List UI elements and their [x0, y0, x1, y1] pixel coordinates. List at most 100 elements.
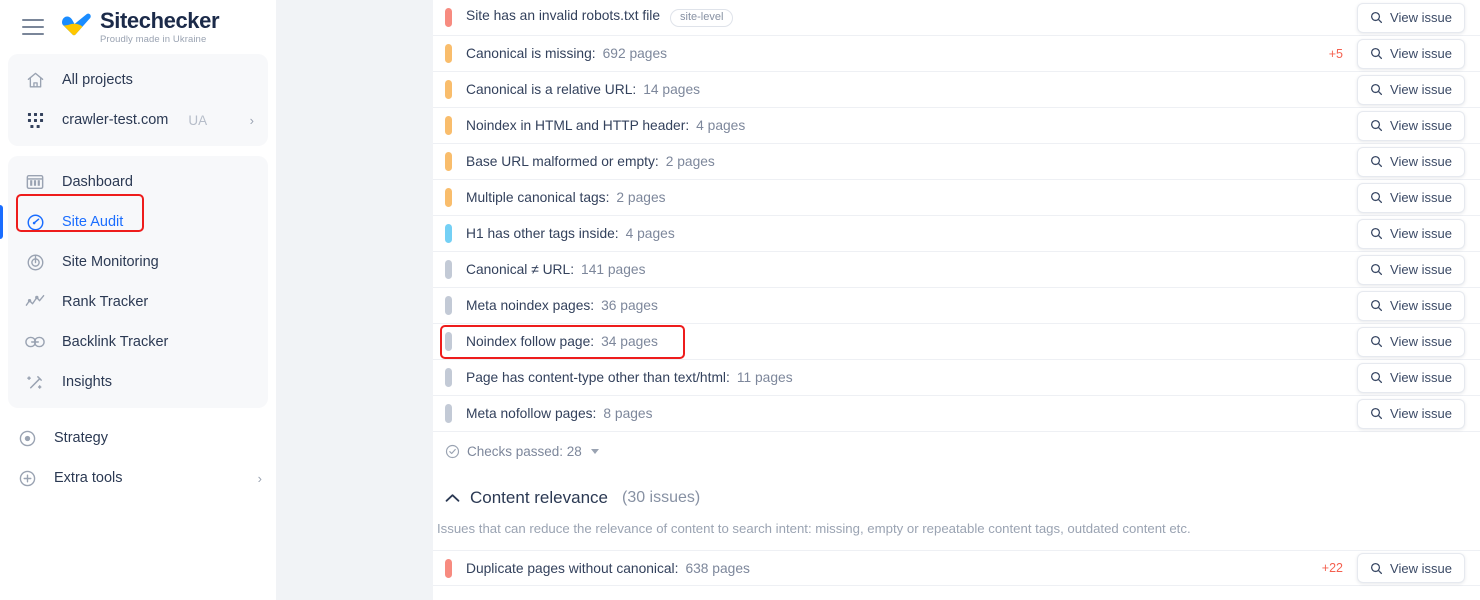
main-content: Site has an invalid robots.txt file site-… — [433, 0, 1480, 600]
issue-row[interactable]: Site has an invalid robots.txt file site-… — [433, 0, 1480, 36]
search-icon — [1370, 562, 1383, 575]
checks-passed-label: Checks passed: 28 — [467, 443, 582, 459]
checks-passed-toggle[interactable]: Checks passed: 28 — [433, 432, 1480, 470]
issue-row[interactable]: Noindex follow page: 34 pages View issue — [433, 324, 1480, 360]
issue-title: Duplicate pages without canonical: — [466, 560, 679, 576]
sidebar-item-label: Insights — [62, 374, 112, 390]
issue-title: Meta noindex pages: — [466, 298, 595, 313]
brand-logo[interactable]: Sitechecker Proudly made in Ukraine — [58, 9, 220, 45]
section-header-content-relevance[interactable]: Content relevance (30 issues) — [433, 488, 1480, 508]
section-issue-list: Duplicate pages without canonical: 638 pa… — [433, 550, 1480, 586]
view-issue-button[interactable]: View issue — [1357, 290, 1465, 321]
view-issue-button[interactable]: View issue — [1357, 2, 1465, 33]
search-icon — [1370, 155, 1383, 168]
severity-indicator-notice — [445, 404, 452, 423]
issue-title: Noindex follow page: — [466, 334, 595, 349]
issue-row[interactable]: Canonical ≠ URL: 141 pages View issue — [433, 252, 1480, 288]
view-issue-label: View issue — [1390, 298, 1452, 313]
issue-row[interactable]: Meta nofollow pages: 8 pages View issue — [433, 396, 1480, 432]
issue-title: Site has an invalid robots.txt file — [466, 8, 661, 24]
sidebar-item-insights[interactable]: Insights — [8, 362, 268, 402]
check-circle-icon — [445, 444, 460, 459]
sidebar-item-label: Extra tools — [54, 470, 123, 486]
view-issue-label: View issue — [1390, 226, 1452, 241]
target-icon — [16, 427, 38, 449]
sidebar-item-strategy[interactable]: Strategy — [0, 418, 276, 458]
plus-circle-icon — [16, 467, 38, 489]
chevron-up-icon[interactable] — [445, 493, 460, 503]
issue-text: Noindex in HTML and HTTP header: 4 pages — [466, 118, 745, 133]
view-issue-button[interactable]: View issue — [1357, 553, 1465, 583]
view-issue-button[interactable]: View issue — [1357, 398, 1465, 429]
view-issue-label: View issue — [1390, 334, 1452, 349]
issue-row[interactable]: H1 has other tags inside: 4 pages View iss… — [433, 216, 1480, 252]
issue-row[interactable]: Canonical is missing: 692 pages +5 View iss… — [433, 36, 1480, 72]
sidebar-item-crawler-test[interactable]: crawler-test.com UA › — [8, 100, 268, 140]
sidebar-group-bottom: Strategy Extra tools › — [0, 418, 276, 498]
chevron-right-icon[interactable]: › — [250, 114, 254, 127]
view-issue-button[interactable]: View issue — [1357, 326, 1465, 357]
view-issue-button[interactable]: View issue — [1357, 182, 1465, 213]
severity-indicator-notice — [445, 368, 452, 387]
view-issue-label: View issue — [1390, 190, 1452, 205]
issue-page-count: 8 pages — [603, 406, 653, 421]
view-issue-label: View issue — [1390, 46, 1452, 61]
view-issue-button[interactable]: View issue — [1357, 218, 1465, 249]
search-icon — [1370, 299, 1383, 312]
issue-row[interactable]: Meta noindex pages: 36 pages View issue — [433, 288, 1480, 324]
issue-page-count: 2 pages — [665, 154, 715, 169]
issue-row[interactable]: Multiple canonical tags: 2 pages View issu… — [433, 180, 1480, 216]
status-badge: site-level — [670, 8, 734, 27]
issue-text: Canonical ≠ URL: 141 pages — [466, 262, 645, 277]
view-issue-label: View issue — [1390, 406, 1452, 421]
view-issue-button[interactable]: View issue — [1357, 146, 1465, 177]
sidebar-item-site-monitoring[interactable]: Site Monitoring — [8, 242, 268, 282]
issue-text: H1 has other tags inside: 4 pages — [466, 226, 675, 241]
issue-title: H1 has other tags inside: — [466, 226, 619, 241]
issue-row[interactable]: Base URL malformed or empty: 2 pages View … — [433, 144, 1480, 180]
sidebar-item-extra-tools[interactable]: Extra tools › — [0, 458, 276, 498]
sidebar-item-all-projects[interactable]: All projects — [8, 60, 268, 100]
home-icon — [24, 69, 46, 91]
section-issue-count: (30 issues) — [621, 489, 701, 506]
severity-indicator-warning — [445, 80, 452, 99]
issue-row[interactable]: Page has content-type other than text/ht… — [433, 360, 1480, 396]
chevron-right-icon[interactable]: › — [258, 472, 262, 485]
view-issue-button[interactable]: View issue — [1357, 74, 1465, 105]
issue-row[interactable]: Noindex in HTML and HTTP header: 4 pages V… — [433, 108, 1480, 144]
issue-title: Page has content-type other than text/ht… — [466, 370, 730, 385]
dashboard-columns-icon — [24, 171, 46, 193]
sidebar-item-backlink-tracker[interactable]: Backlink Tracker — [8, 322, 268, 362]
sidebar-item-rank-tracker[interactable]: Rank Tracker — [8, 282, 268, 322]
hamburger-menu-icon[interactable] — [22, 19, 44, 35]
severity-indicator-notice — [445, 296, 452, 315]
view-issue-button[interactable]: View issue — [1357, 362, 1465, 393]
severity-indicator-notice — [445, 260, 452, 279]
issue-title: Canonical is missing: — [466, 46, 596, 61]
issue-list: Site has an invalid robots.txt file site-… — [433, 0, 1480, 432]
issue-delta: +5 — [1328, 46, 1343, 61]
issue-row[interactable]: Duplicate pages without canonical: 638 pa… — [433, 550, 1480, 586]
chevron-down-icon[interactable] — [590, 448, 599, 454]
severity-indicator-warning — [445, 44, 452, 63]
search-icon — [1370, 263, 1383, 276]
issue-page-count: 4 pages — [696, 118, 746, 133]
view-issue-button[interactable]: View issue — [1357, 38, 1465, 69]
app-root: Sitechecker Proudly made in Ukraine All … — [0, 0, 1480, 600]
severity-indicator-info — [445, 224, 452, 243]
sidebar-group-projects: All projects crawler-test.com UA › — [8, 54, 268, 146]
sidebar-item-site-audit[interactable]: Site Audit — [0, 202, 268, 242]
sidebar-item-dashboard[interactable]: Dashboard — [8, 162, 268, 202]
issue-row[interactable]: Canonical is a relative URL: 14 pages View… — [433, 72, 1480, 108]
search-icon — [1370, 371, 1383, 384]
issue-text: Canonical is missing: 692 pages — [466, 46, 667, 61]
sidebar-item-label: All projects — [62, 72, 133, 88]
issue-page-count: 4 pages — [625, 226, 675, 241]
view-issue-label: View issue — [1390, 118, 1452, 133]
view-issue-button[interactable]: View issue — [1357, 110, 1465, 141]
view-issue-button[interactable]: View issue — [1357, 254, 1465, 285]
issue-title: Multiple canonical tags: — [466, 190, 610, 205]
search-icon — [1370, 191, 1383, 204]
issue-text: Duplicate pages without canonical: 638 pa… — [466, 561, 750, 576]
issue-text: Site has an invalid robots.txt file site-… — [466, 8, 734, 27]
